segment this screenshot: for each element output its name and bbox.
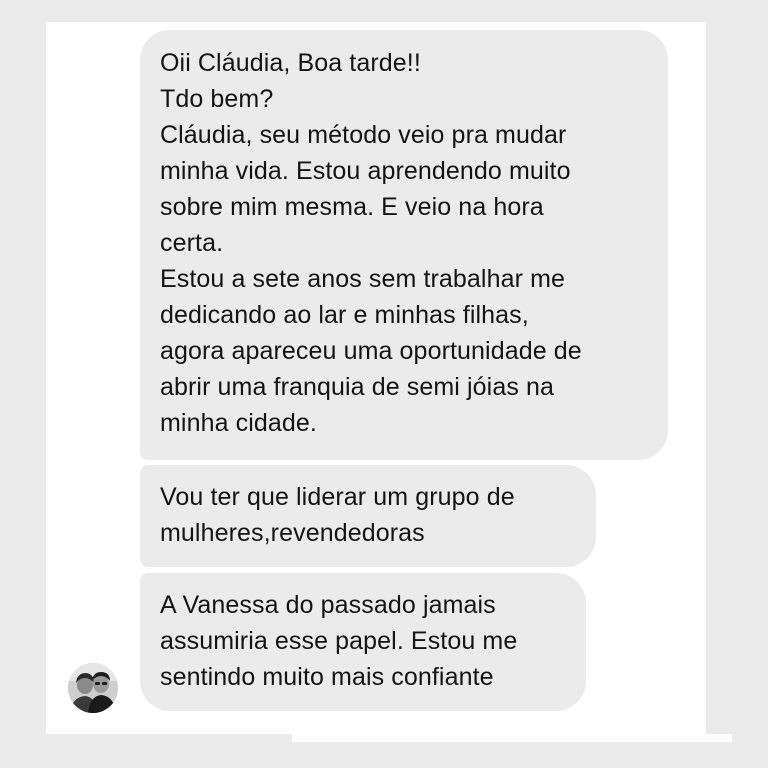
message-bubble-3[interactable]: A Vanessa do passado jamais assumiria es… [140, 573, 586, 711]
message-line: Estou a sete anos sem trabalhar me [160, 265, 565, 293]
message-line: A Vanessa do passado jamais [160, 591, 496, 619]
message-line: certa. [160, 229, 224, 257]
message-line: agora apareceu uma oportunidade de [160, 337, 582, 365]
message-line: Tdo bem? [160, 85, 274, 113]
message-line: dedicando ao lar e minhas filhas, [160, 301, 529, 329]
profile-photo-avatar-icon [68, 663, 118, 713]
message-line: Cláudia, seu método veio pra mudar [160, 121, 567, 149]
message-line: sobre mim mesma. E veio na hora [160, 193, 544, 221]
message-line: minha cidade. [160, 409, 317, 437]
message-line: minha vida. Estou aprendendo muito [160, 157, 571, 185]
message-line: sentindo muito mais confiante [160, 663, 494, 691]
chat-panel-edge [292, 734, 732, 742]
message-bubble-2[interactable]: Vou ter que liderar um grupo de mulheres… [140, 465, 596, 567]
message-line: abrir uma franquia de semi jóias na [160, 373, 554, 401]
message-line: mulheres,revendedoras [160, 519, 425, 547]
sender-avatar[interactable] [68, 663, 118, 713]
message-line: Oii Cláudia, Boa tarde!! [160, 49, 421, 77]
message-line: assumiria esse papel. Estou me [160, 627, 518, 655]
message-line: Vou ter que liderar um grupo de [160, 483, 515, 511]
message-bubble-1[interactable]: Oii Cláudia, Boa tarde!! Tdo bem? Cláudi… [140, 30, 668, 460]
